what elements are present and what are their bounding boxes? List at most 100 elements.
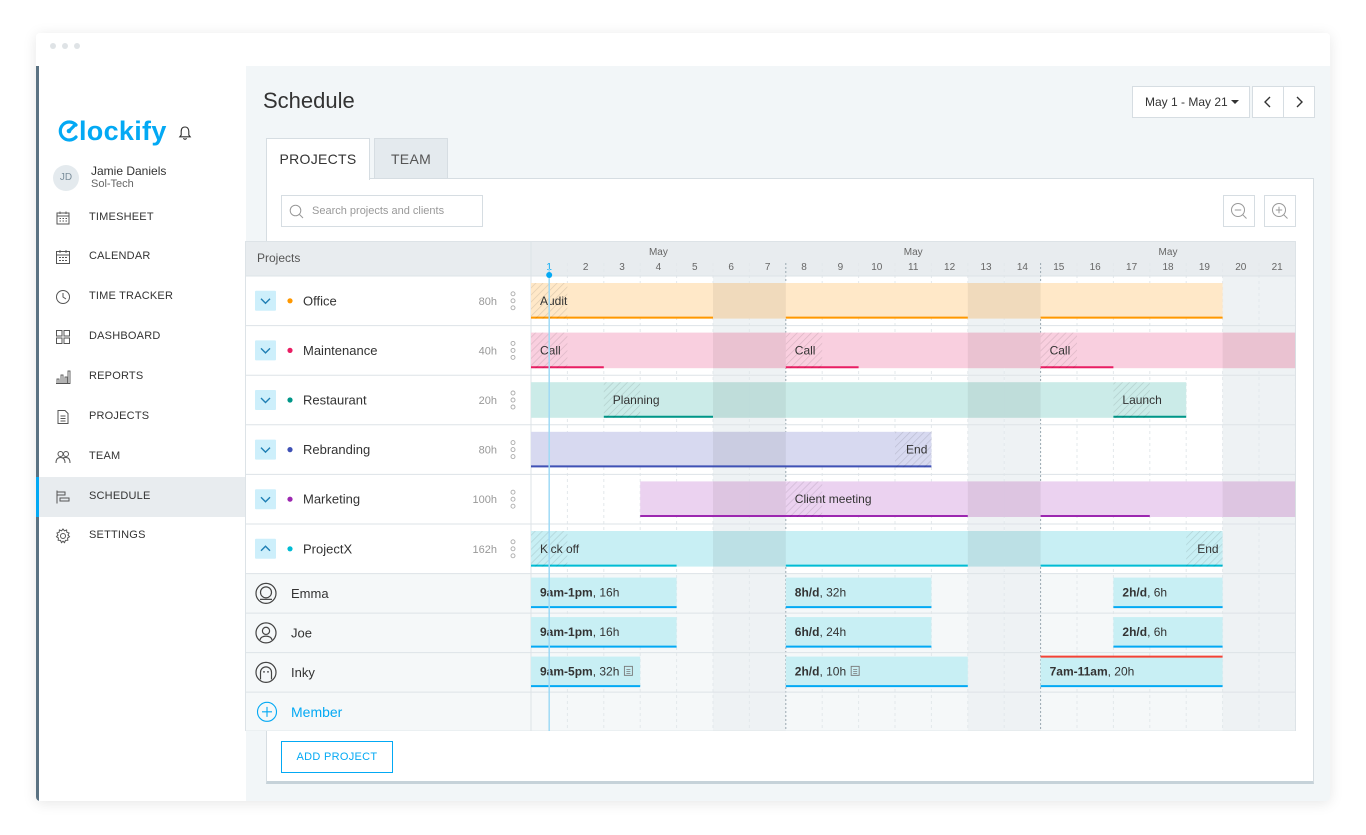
expand-button[interactable] (255, 439, 276, 460)
expand-button[interactable] (255, 290, 276, 311)
weekend-overlay (1259, 332, 1296, 369)
day-label: 17 (1126, 262, 1138, 273)
sidebar-item-settings[interactable]: SETTINGS (39, 516, 246, 556)
caret-down-icon (1231, 100, 1239, 104)
day-label: 7 (765, 262, 771, 273)
grid-header-label: Projects (257, 251, 300, 265)
bell-icon[interactable] (177, 125, 193, 141)
team-icon (55, 451, 71, 464)
grid-header (245, 241, 1296, 276)
sidebar-item-time-tracker[interactable]: TIME TRACKER (39, 277, 246, 317)
chevron-right-icon (1296, 96, 1303, 108)
month-label: May (1159, 247, 1178, 258)
collapse-button[interactable] (255, 538, 276, 559)
day-label: 11 (908, 262, 919, 273)
sidebar-item-dashboard[interactable]: DASHBOARD (39, 317, 246, 357)
today-marker-dot (546, 272, 553, 278)
search-box[interactable] (281, 195, 483, 227)
weekend-overlay (749, 481, 786, 517)
zoom-in-button[interactable] (1264, 195, 1296, 227)
milestone-label: Call (1050, 343, 1071, 357)
user-profile[interactable]: JD Jamie Daniels Sol-Tech (51, 161, 241, 195)
app-logo[interactable]: lockify (57, 116, 167, 147)
date-range-label: May 1 - May 21 (1145, 95, 1228, 109)
assignment-bar[interactable]: 2h/d, 10h (785, 656, 968, 688)
assignment-label: 9am-1pm, 16h (540, 585, 619, 599)
assignment-bar[interactable]: 7am-11am, 20h (1040, 655, 1223, 688)
title-bar (36, 33, 1330, 66)
sidebar-item-label: REPORTS (89, 370, 144, 382)
weekend-overlay (1004, 531, 1041, 567)
sidebar-item-calendar[interactable]: CALENDAR (39, 237, 246, 277)
project-name: Maintenance (303, 343, 377, 358)
expand-button[interactable] (255, 340, 276, 361)
milestone-label: Audit (540, 294, 568, 308)
reports-icon (56, 370, 71, 384)
zoom-out-button[interactable] (1223, 195, 1255, 227)
sidebar-item-team[interactable]: TEAM (39, 437, 246, 477)
tab-team[interactable]: TEAM (374, 138, 448, 179)
milestone-label: End (1197, 542, 1218, 556)
milestone-label: Planning (613, 393, 660, 407)
assignment-bar[interactable]: 9am-1pm, 16h (531, 577, 677, 609)
weekend-overlay (713, 332, 750, 369)
weekend-overlay (713, 481, 750, 517)
assignment-bar[interactable]: 9am-5pm, 32h (531, 656, 641, 688)
member-name: Joe (291, 625, 312, 640)
project-color-dot (287, 298, 293, 304)
assignment-bar[interactable]: 8h/d, 32h (785, 577, 932, 609)
search-input[interactable] (312, 202, 477, 220)
project-name: ProjectX (303, 541, 352, 556)
weekend-overlay (1222, 332, 1259, 369)
weekend-overlay (713, 382, 750, 418)
avatar: JD (53, 165, 79, 191)
milestone-label: Client meeting (795, 492, 872, 506)
assignment-bar[interactable]: 6h/d, 24h (785, 617, 932, 648)
project-bar[interactable] (531, 283, 1223, 319)
milestone-label: Call (540, 343, 561, 357)
weekend-overlay (713, 283, 750, 319)
member-name: Emma (291, 586, 329, 601)
add-project-button[interactable]: ADD PROJECT (281, 741, 393, 773)
sidebar-item-schedule[interactable]: SCHEDULE (36, 477, 246, 517)
assignment-bar[interactable]: 9am-1pm, 16h (531, 617, 677, 648)
chevron-left-icon (1264, 96, 1271, 108)
month-label: May (904, 247, 923, 258)
sidebar-item-label: SETTINGS (89, 529, 146, 541)
project-bar[interactable] (531, 531, 1223, 567)
clock-icon (56, 290, 70, 304)
project-bar[interactable] (531, 332, 1295, 369)
sidebar-item-label: PROJECTS (89, 410, 150, 422)
expand-button[interactable] (255, 489, 276, 510)
assignment-bar[interactable]: 2h/d, 6h (1113, 617, 1223, 648)
project-color-dot (287, 447, 293, 453)
milestone-label: Kick off (540, 542, 580, 556)
weekend-overlay (713, 531, 750, 567)
sidebar-item-timesheet[interactable]: TIMESHEET (39, 198, 246, 238)
sidebar-item-label: TIMESHEET (89, 211, 154, 223)
day-label: 14 (1017, 262, 1029, 273)
sidebar-item-label: TEAM (89, 450, 121, 462)
weekend-overlay (713, 431, 750, 468)
assignment-bar[interactable]: 2h/d, 6h (1113, 577, 1223, 609)
milestone-label: End (906, 443, 927, 457)
month-label: May (649, 247, 668, 258)
assignment-label: 2h/d, 6h (1122, 585, 1167, 599)
sidebar-item-label: DASHBOARD (89, 330, 161, 342)
tab-projects[interactable]: PROJECTS (266, 138, 370, 180)
project-color-dot (287, 546, 293, 552)
day-label: 21 (1272, 262, 1284, 273)
weekend-overlay (749, 531, 786, 567)
sidebar-item-projects[interactable]: PROJECTS (39, 397, 246, 437)
window-dot (50, 43, 56, 49)
weekend-overlay (749, 431, 786, 468)
project-name: Rebranding (303, 442, 370, 457)
search-icon (289, 204, 304, 219)
expand-button[interactable] (255, 390, 276, 410)
previous-period-button[interactable] (1252, 86, 1284, 118)
sidebar-item-reports[interactable]: REPORTS (39, 357, 246, 397)
date-range-picker[interactable]: May 1 - May 21 (1132, 86, 1250, 118)
next-period-button[interactable] (1283, 86, 1315, 118)
weekend-overlay (749, 332, 786, 369)
gear-icon (55, 528, 71, 544)
